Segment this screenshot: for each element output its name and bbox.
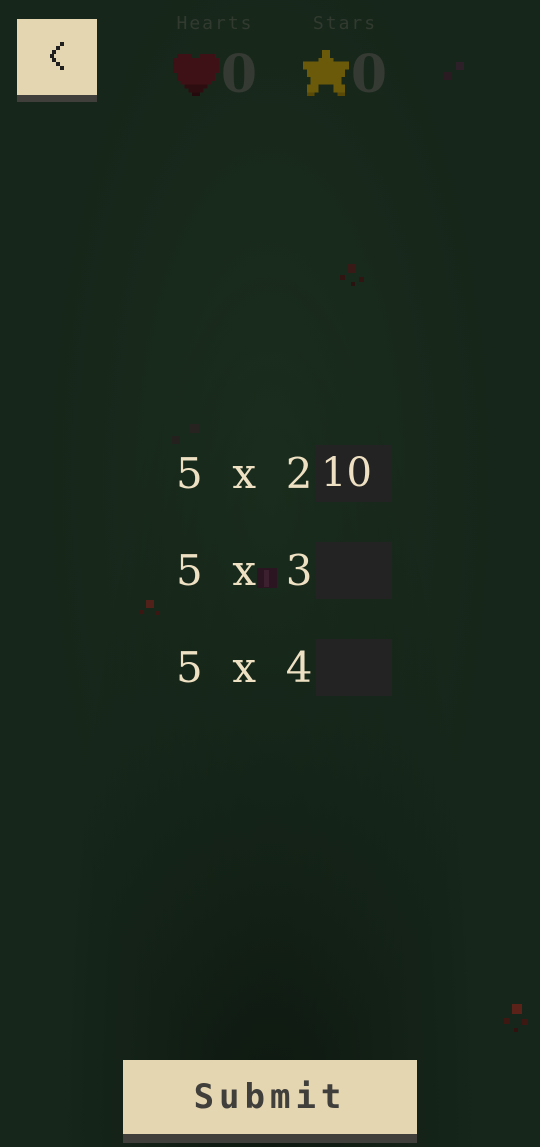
- problem-expression: 5 x 4: [176, 642, 314, 692]
- particle: [522, 1019, 528, 1025]
- game-screen: Hearts 0 Stars 0 5 x 2 10 5 x 3 5 x 4 Su…: [0, 0, 540, 1147]
- stars-count: 0: [350, 44, 388, 105]
- answer-input[interactable]: [316, 445, 392, 502]
- hud: Hearts 0 Stars 0: [150, 14, 400, 129]
- particle: [347, 264, 356, 273]
- particle: [359, 277, 364, 282]
- hearts-count: 0: [220, 44, 258, 105]
- particle: [444, 72, 451, 80]
- stars-value-row: 0: [285, 46, 405, 104]
- problem-row: 5 x 3: [0, 522, 540, 619]
- particle: [340, 275, 345, 280]
- answer-input[interactable]: [316, 639, 392, 696]
- particle: [351, 282, 355, 286]
- chevron-left-icon: [46, 40, 68, 74]
- particle: [514, 1028, 518, 1032]
- problem-expression: 5 x 2: [176, 448, 314, 498]
- hud-hearts: Hearts 0: [155, 14, 275, 104]
- back-button[interactable]: [17, 19, 97, 95]
- particle: [456, 62, 464, 70]
- hearts-label: Hearts: [176, 13, 254, 34]
- particle: [504, 1018, 510, 1024]
- hud-stars: Stars 0: [285, 14, 405, 104]
- submit-button[interactable]: Submit: [123, 1060, 417, 1134]
- star-icon: [302, 49, 349, 101]
- heart-icon: [172, 49, 219, 101]
- problem-row: 5 x 2: [0, 425, 540, 522]
- hearts-value-row: 0: [155, 46, 275, 104]
- stars-label: Stars: [312, 13, 378, 34]
- answer-input[interactable]: [316, 542, 392, 599]
- problem-row: 5 x 4: [0, 619, 540, 716]
- problem-expression: 5 x 3: [176, 545, 314, 595]
- problem-list: 5 x 2 5 x 3 5 x 4: [0, 425, 540, 716]
- particle: [512, 1004, 522, 1014]
